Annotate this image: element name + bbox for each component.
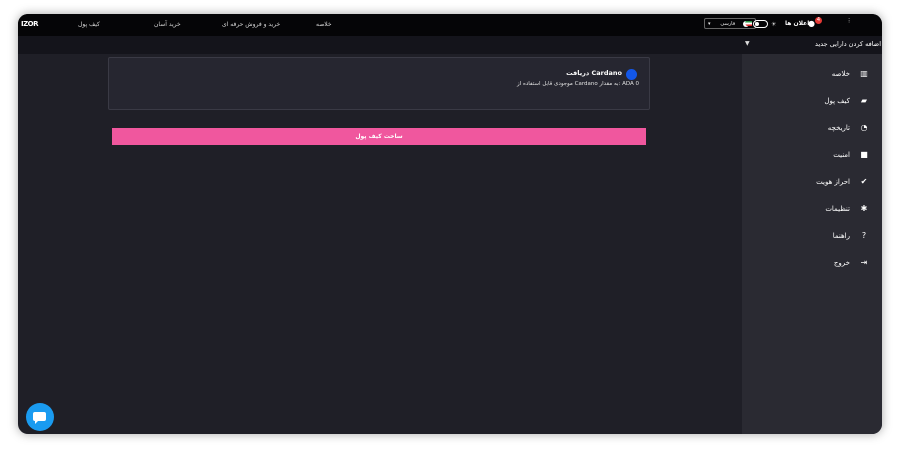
chat-button[interactable] [26, 403, 54, 431]
sidebar-item-label: راهنما [832, 232, 850, 240]
app-window: IZOR کیف پول خرید آسان خرید و فروش حرفه … [18, 14, 882, 434]
sidebar-item-verification[interactable]: احراز هویت ✔ [742, 175, 882, 191]
sidebar-item-label: امنیت [833, 151, 850, 159]
logo: IZOR [21, 20, 39, 28]
logout-icon: ⇥ [860, 258, 868, 267]
sidebar-item-history[interactable]: تاریخچه ◔ [742, 121, 882, 137]
receive-card: دریافت Cardano موجودی قابل استفاده از Ca… [108, 57, 650, 110]
cardano-coin-icon [626, 69, 637, 80]
theme-toggle[interactable] [753, 20, 768, 28]
sun-icon: ☀ [771, 21, 777, 28]
history-icon: ◔ [860, 123, 868, 132]
sidebar-item-label: تنظیمات [825, 205, 850, 213]
create-wallet-button[interactable]: ساخت کیف پول [112, 128, 646, 145]
check-circle-icon: ✔ [860, 177, 868, 186]
card-balance: موجودی قابل استفاده از Cardano به مقدار:… [517, 81, 639, 87]
sidebar-item-help[interactable]: راهنما ? [742, 229, 882, 245]
language-label: فارسی [720, 20, 736, 27]
notification-badge: 4 [815, 17, 822, 24]
sidebar-item-label: کیف پول [824, 97, 850, 105]
sidebar-item-label: تاریخچه [827, 124, 850, 132]
top-navigation: IZOR کیف پول خرید آسان خرید و فروش حرفه … [18, 14, 882, 36]
sidebar-item-security[interactable]: امنیت ■ [742, 148, 882, 164]
sidebar-item-label: خلاصه [831, 70, 850, 78]
menu-dots-icon[interactable]: ⁝ [848, 17, 850, 25]
sidebar-item-label: احراز هویت [816, 178, 850, 186]
gear-icon: ✱ [860, 204, 868, 213]
sidebar-item-logout[interactable]: خروج ⇥ [742, 256, 882, 272]
chat-bubble-icon [33, 412, 46, 424]
moon-icon [745, 20, 751, 26]
nav-link-summary[interactable]: خلاصه [316, 21, 332, 28]
add-asset-link[interactable]: اضافه کردن دارایی جدید [746, 40, 881, 48]
chevron-down-icon: ▾ [708, 20, 711, 27]
help-icon: ? [861, 231, 867, 240]
nav-link-pro-trade[interactable]: خرید و فروش حرفه ای [222, 21, 280, 28]
bar-chart-icon: ▥ [860, 69, 868, 78]
nav-link-wallet[interactable]: کیف پول [78, 21, 100, 28]
sidebar-item-label: خروج [833, 259, 850, 267]
sidebar-item-settings[interactable]: تنظیمات ✱ [742, 202, 882, 218]
card-title: دریافت Cardano [566, 69, 622, 77]
sidebar-item-summary[interactable]: خلاصه ▥ [742, 67, 882, 83]
sidebar-item-wallet[interactable]: کیف پول ▰ [742, 94, 882, 110]
nav-link-easy-buy[interactable]: خرید آسان [154, 21, 181, 28]
user-icon[interactable]: ● [808, 19, 815, 28]
sidebar: خلاصه ▥ کیف پول ▰ تاریخچه ◔ امنیت ■ احرا… [742, 54, 882, 434]
notifications-label[interactable]: اعلان ها [785, 20, 809, 27]
wallet-icon: ▰ [860, 96, 868, 105]
lock-icon: ■ [860, 150, 868, 159]
